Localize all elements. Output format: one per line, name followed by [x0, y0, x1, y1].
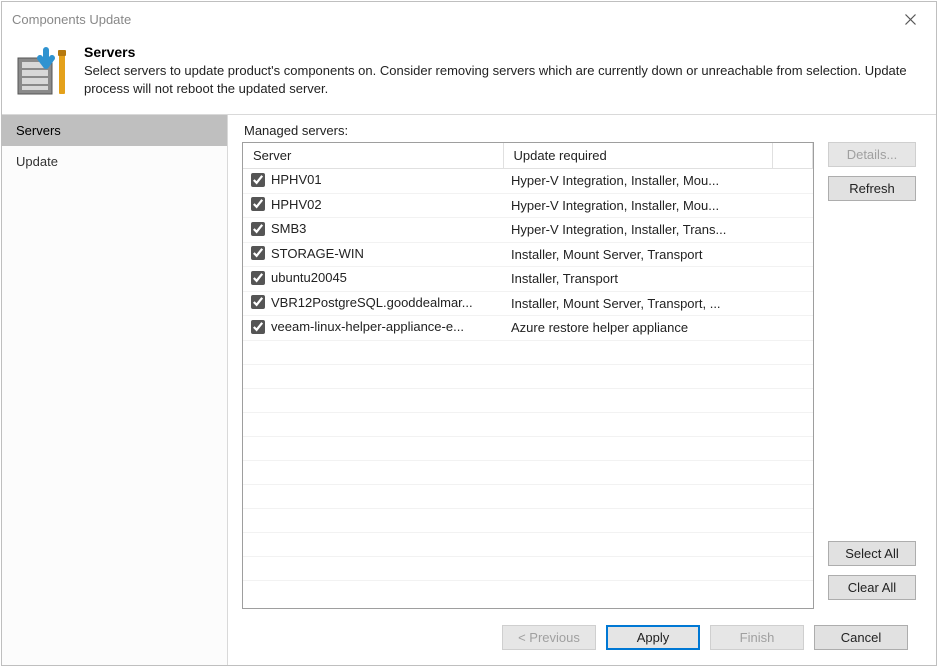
server-name: ubuntu20045 — [271, 270, 347, 285]
update-required: Installer, Mount Server, Transport — [503, 242, 773, 267]
update-required: Azure restore helper appliance — [503, 316, 773, 341]
spacer — [828, 210, 922, 541]
update-required: Hyper-V Integration, Installer, Trans... — [503, 218, 773, 243]
body: Servers Update Managed servers: Server Up… — [2, 114, 936, 665]
server-name: HPHV01 — [271, 172, 322, 187]
table-row[interactable]: HPHV02 Hyper-V Integration, Installer, Mo… — [243, 193, 813, 218]
table-row-empty — [243, 508, 813, 532]
header: Servers Select servers to update product… — [2, 36, 936, 114]
select-all-button[interactable]: Select All — [828, 541, 916, 566]
table-row-empty — [243, 364, 813, 388]
table-row-empty — [243, 460, 813, 484]
table-header-row: Server Update required — [243, 143, 813, 169]
row-checkbox[interactable] — [251, 246, 265, 260]
footer: < Previous Apply Finish Cancel — [242, 609, 922, 665]
table-row-empty — [243, 556, 813, 580]
managed-servers-label: Managed servers: — [244, 123, 922, 138]
table-row[interactable]: VBR12PostgreSQL.gooddealmar... Installer,… — [243, 291, 813, 316]
cancel-button[interactable]: Cancel — [814, 625, 908, 650]
dialog-window: Components Update Servers Select serve — [1, 1, 937, 666]
table-row[interactable]: HPHV01 Hyper-V Integration, Installer, Mo… — [243, 169, 813, 194]
table-row[interactable]: ubuntu20045 Installer, Transport — [243, 267, 813, 292]
table-row-empty — [243, 532, 813, 556]
table-row-empty — [243, 436, 813, 460]
server-name: STORAGE-WIN — [271, 246, 364, 261]
page-title: Servers — [84, 44, 924, 60]
main-panel: Managed servers: Server Update required — [228, 115, 936, 665]
refresh-button[interactable]: Refresh — [828, 176, 916, 201]
table-row[interactable]: veeam-linux-helper-appliance-e... Azure r… — [243, 316, 813, 341]
table-row[interactable]: SMB3 Hyper-V Integration, Installer, Tran… — [243, 218, 813, 243]
update-required: Hyper-V Integration, Installer, Mou... — [503, 193, 773, 218]
servers-grid: Server Update required HPHV01 Hyper-V Int… — [242, 142, 814, 609]
servers-icon — [16, 44, 72, 100]
table-row-empty — [243, 388, 813, 412]
details-button[interactable]: Details... — [828, 142, 916, 167]
row-checkbox[interactable] — [251, 271, 265, 285]
update-required: Hyper-V Integration, Installer, Mou... — [503, 169, 773, 194]
server-name: SMB3 — [271, 221, 306, 236]
row-checkbox[interactable] — [251, 320, 265, 334]
sidebar-item-label: Update — [16, 154, 58, 169]
clear-all-button[interactable]: Clear All — [828, 575, 916, 600]
title-bar: Components Update — [2, 2, 936, 36]
grid-and-buttons: Server Update required HPHV01 Hyper-V Int… — [242, 142, 922, 609]
server-name: HPHV02 — [271, 197, 322, 212]
column-spacer — [773, 143, 813, 169]
server-name: VBR12PostgreSQL.gooddealmar... — [271, 295, 473, 310]
server-name: veeam-linux-helper-appliance-e... — [271, 319, 464, 334]
window-title: Components Update — [12, 12, 890, 27]
side-buttons: Details... Refresh Select All Clear All — [828, 142, 922, 609]
row-checkbox[interactable] — [251, 173, 265, 187]
column-update-required[interactable]: Update required — [503, 143, 773, 169]
sidebar-item-label: Servers — [16, 123, 61, 138]
row-checkbox[interactable] — [251, 222, 265, 236]
table-row-empty — [243, 340, 813, 364]
table-row-empty — [243, 484, 813, 508]
sidebar-item-servers[interactable]: Servers — [2, 115, 227, 146]
sidebar-item-update[interactable]: Update — [2, 146, 227, 177]
close-icon — [905, 14, 916, 25]
header-text: Servers Select servers to update product… — [84, 44, 924, 100]
table-row-empty — [243, 412, 813, 436]
row-checkbox[interactable] — [251, 197, 265, 211]
close-button[interactable] — [890, 5, 930, 33]
table-row[interactable]: STORAGE-WIN Installer, Mount Server, Tran… — [243, 242, 813, 267]
column-server[interactable]: Server — [243, 143, 503, 169]
previous-button[interactable]: < Previous — [502, 625, 596, 650]
page-description: Select servers to update product's compo… — [84, 62, 924, 97]
update-required: Installer, Transport — [503, 267, 773, 292]
apply-button[interactable]: Apply — [606, 625, 700, 650]
sidebar: Servers Update — [2, 115, 228, 665]
update-required: Installer, Mount Server, Transport, ... — [503, 291, 773, 316]
finish-button[interactable]: Finish — [710, 625, 804, 650]
row-checkbox[interactable] — [251, 295, 265, 309]
